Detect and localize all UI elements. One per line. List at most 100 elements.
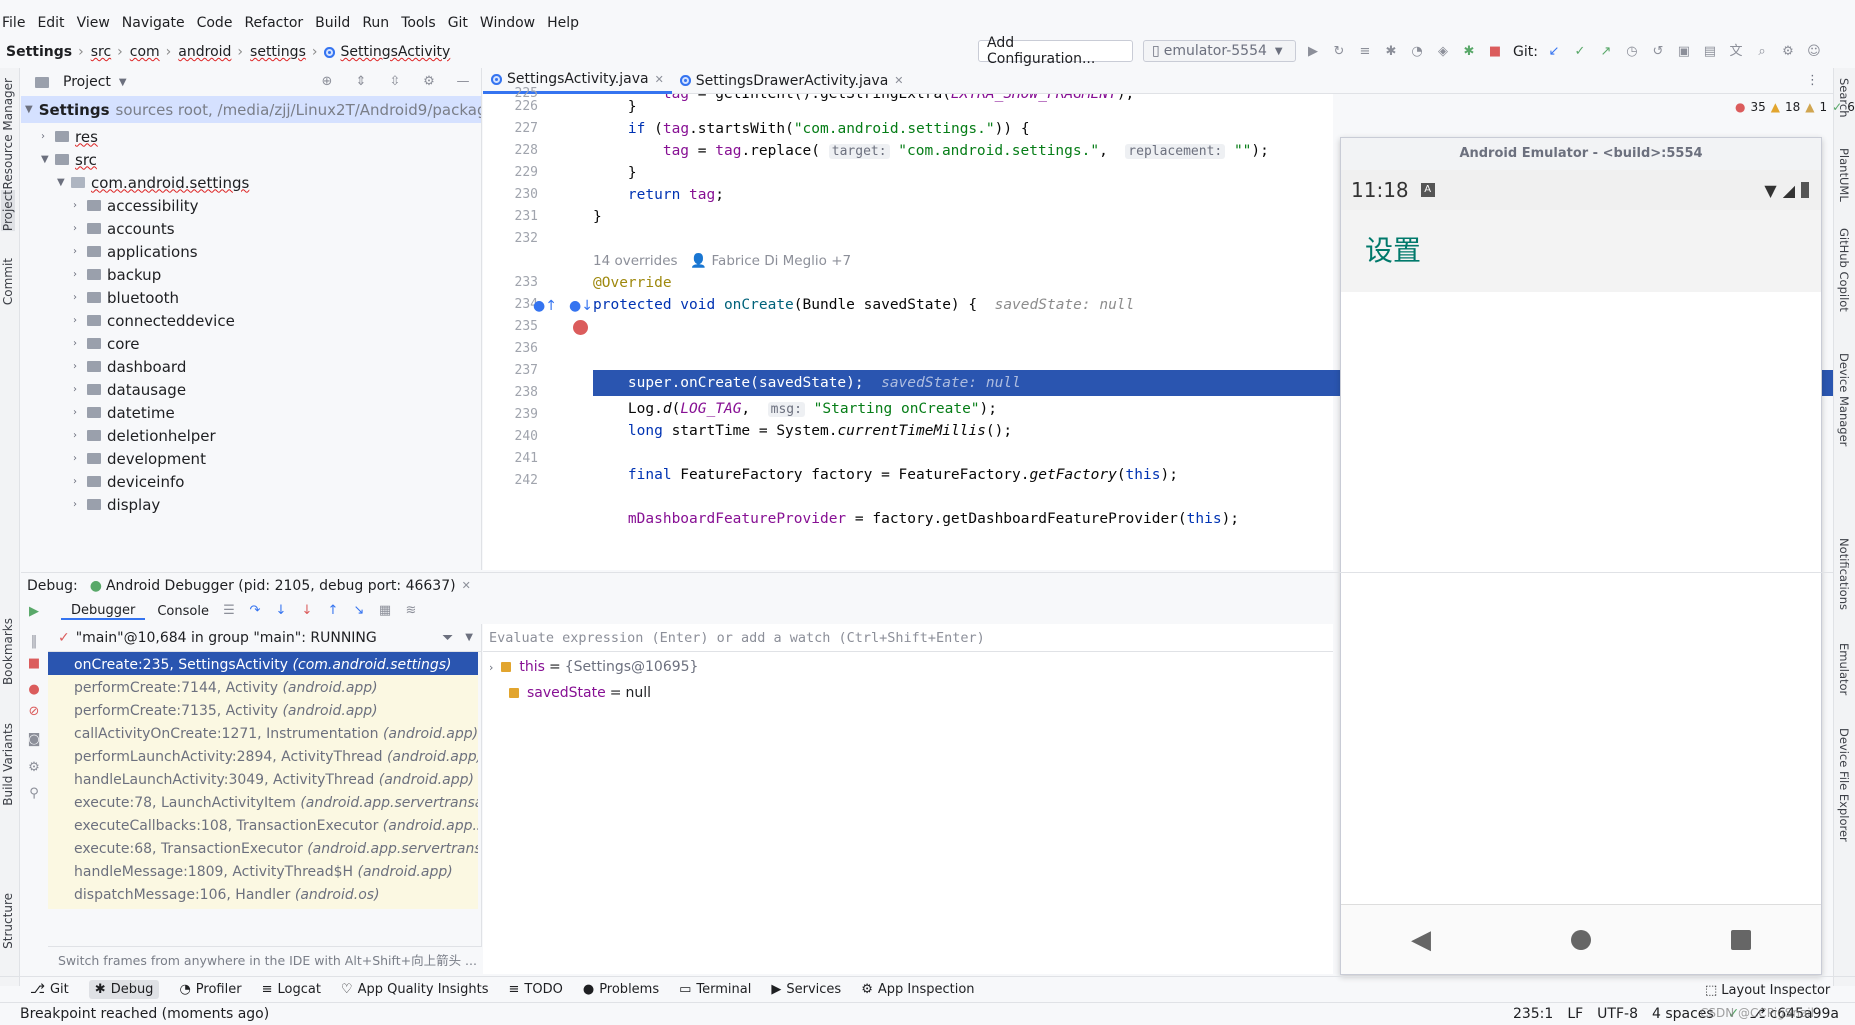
line-number[interactable]: 236 <box>515 341 538 356</box>
stack-frame[interactable]: dispatchMessage:106, Handler (android.os… <box>48 882 478 909</box>
chevron-down-icon[interactable]: ▼ <box>465 632 473 643</box>
overriding-icon[interactable]: ●↓ <box>569 298 593 314</box>
breadcrumb-item[interactable]: com <box>130 44 160 60</box>
hide-icon[interactable]: — <box>455 74 471 90</box>
chevron-right-icon[interactable]: › <box>73 246 87 257</box>
bottom-tab-app-quality-insights[interactable]: ♡ App Quality Insights <box>341 982 489 997</box>
code-editor-lower[interactable]: Log.d(LOG_TAG, msg: "Starting onCreate")… <box>593 396 1333 570</box>
chevron-down-icon[interactable]: ▼ <box>57 177 71 188</box>
rollback-icon[interactable]: ↺ <box>1650 44 1666 60</box>
menu-file[interactable]: File <box>2 15 25 31</box>
tab-emulator[interactable]: Emulator <box>1837 643 1851 695</box>
chevron-right-icon[interactable]: › <box>73 407 87 418</box>
chevron-right-icon[interactable]: › <box>489 661 493 674</box>
menu-help[interactable]: Help <box>547 15 579 31</box>
pause-icon[interactable]: ‖ <box>26 634 42 650</box>
home-icon[interactable] <box>1571 929 1591 950</box>
bottom-tab-debug[interactable]: ✱ Debug <box>88 980 160 999</box>
bottom-tab-app-inspection[interactable]: ⚙ App Inspection <box>861 982 974 997</box>
trace-icon[interactable]: ≋ <box>403 603 419 619</box>
variable-row[interactable]: savedState = null <box>489 680 651 706</box>
sdk-manager-icon[interactable]: ▤ <box>1702 44 1718 60</box>
camera-icon[interactable]: ◙ <box>26 732 42 748</box>
breadcrumb-item[interactable]: Settings <box>6 44 72 60</box>
inspection-widget[interactable]: ●35 ▲18 ▲1 ✓6 ⌃⌄ <box>1735 98 1855 116</box>
breadcrumb-item[interactable]: android <box>178 44 231 60</box>
line-number[interactable]: 238 <box>515 385 538 400</box>
collapse-all-icon[interactable]: ⇳ <box>387 74 403 90</box>
tab-project[interactable]: Project <box>1 190 15 232</box>
chevron-right-icon[interactable]: › <box>73 269 87 280</box>
project-view-selector[interactable]: Project <box>63 74 111 90</box>
add-configuration-button[interactable]: Add Configuration... <box>978 35 1133 67</box>
git-push-icon[interactable]: ↗ <box>1598 44 1614 60</box>
rerun-icon[interactable]: ↻ <box>1331 44 1347 60</box>
menu-window[interactable]: Window <box>480 15 535 31</box>
chevron-right-icon[interactable]: › <box>73 200 87 211</box>
tab-plantuml[interactable]: PlantUML <box>1837 148 1851 202</box>
line-number[interactable]: 232 <box>515 231 538 246</box>
caret-position[interactable]: 235:1 <box>1513 1006 1553 1022</box>
more-options-icon[interactable]: ⋮ <box>1806 73 1819 88</box>
tab-github-copilot[interactable]: GitHub Copilot <box>1837 228 1851 312</box>
line-number[interactable]: 233 <box>515 275 538 290</box>
apply-changes-icon[interactable]: ≡ <box>1357 44 1373 60</box>
line-number[interactable]: 226 <box>515 99 538 114</box>
menu-code[interactable]: Code <box>197 15 233 31</box>
layout-icon[interactable]: ☰ <box>221 603 237 619</box>
expand-all-icon[interactable]: ⇕ <box>353 74 369 90</box>
line-number[interactable]: 229 <box>515 165 538 180</box>
tab-debugger[interactable]: Debugger <box>61 603 146 620</box>
device-selector[interactable]: ▯ emulator-5554 ▼ <box>1143 40 1296 62</box>
run-icon[interactable]: ▶ <box>1305 44 1321 60</box>
variable-row[interactable]: › this = {Settings@10695} <box>489 654 698 680</box>
file-encoding[interactable]: UTF-8 <box>1597 1006 1638 1022</box>
layout-inspector-tab[interactable]: ⬚ Layout Inspector <box>1705 979 1830 1001</box>
tab-console[interactable]: Console <box>145 604 221 619</box>
tree-root[interactable]: ▼ Settings sources root, /media/zjj/Linu… <box>21 96 481 123</box>
tab-commit[interactable]: Commit <box>1 258 15 305</box>
bug-icon[interactable]: ✱ <box>1461 44 1477 60</box>
recents-icon[interactable] <box>1731 929 1751 950</box>
overrides-count[interactable]: 14 overrides <box>593 253 678 269</box>
step-over-icon[interactable]: ↷ <box>247 603 263 619</box>
stop-icon[interactable]: ■ <box>1487 44 1503 60</box>
tab-device-file-explorer[interactable]: Device File Explorer <box>1837 728 1851 842</box>
line-number[interactable]: 230 <box>515 187 538 202</box>
thread-selector[interactable]: ✓ "main"@10,684 in group "main": RUNNING… <box>48 624 481 652</box>
bottom-tab-terminal[interactable]: ▭ Terminal <box>679 982 751 997</box>
debug-session-tab[interactable]: Android Debugger (pid: 2105, debug port:… <box>106 578 456 594</box>
close-icon[interactable]: ✕ <box>462 579 471 592</box>
close-icon[interactable]: ✕ <box>655 73 664 86</box>
chevron-right-icon[interactable]: › <box>73 338 87 349</box>
chevron-right-icon[interactable]: › <box>73 361 87 372</box>
chevron-right-icon[interactable]: › <box>73 476 87 487</box>
tab-notifications[interactable]: Notifications <box>1837 538 1851 610</box>
device-mirror-icon[interactable]: ▣ <box>1676 44 1692 60</box>
evaluate-expression-input[interactable]: Evaluate expression (Enter) or add a wat… <box>483 624 1333 652</box>
menu-edit[interactable]: Edit <box>37 15 64 31</box>
emulator-window[interactable]: Android Emulator - <build>:5554 11:18 A … <box>1340 137 1822 975</box>
force-step-into-icon[interactable]: ↓ <box>299 603 315 619</box>
line-number[interactable]: 227 <box>515 121 538 136</box>
gear-icon[interactable]: ⚙ <box>421 74 437 90</box>
chevron-right-icon[interactable]: › <box>73 499 87 510</box>
breadcrumb-item[interactable]: src <box>91 44 111 60</box>
step-out-icon[interactable]: ↑ <box>325 603 341 619</box>
tab-bookmarks[interactable]: Bookmarks <box>1 618 15 685</box>
chevron-down-icon[interactable]: ▼ <box>119 77 127 88</box>
tab-settingsdraweractivity[interactable]: SettingsDrawerActivity.java ✕ <box>672 68 912 94</box>
git-commit-icon[interactable]: ✓ <box>1572 44 1588 60</box>
stop-icon[interactable]: ■ <box>26 656 42 672</box>
menu-git[interactable]: Git <box>448 15 468 31</box>
menu-refactor[interactable]: Refactor <box>244 15 303 31</box>
history-icon[interactable]: ◷ <box>1624 44 1640 60</box>
mute-breakpoints-icon[interactable]: ⊘ <box>26 704 42 720</box>
line-number[interactable]: 239 <box>515 407 538 422</box>
step-into-icon[interactable]: ↓ <box>273 603 289 619</box>
bottom-tab-todo[interactable]: ≡ TODO <box>509 982 563 997</box>
breadcrumb-item[interactable]: SettingsActivity <box>340 44 450 60</box>
bottom-tab-problems[interactable]: ● Problems <box>583 982 659 997</box>
evaluate-icon[interactable]: ▦ <box>377 603 393 619</box>
menu-navigate[interactable]: Navigate <box>122 15 185 31</box>
